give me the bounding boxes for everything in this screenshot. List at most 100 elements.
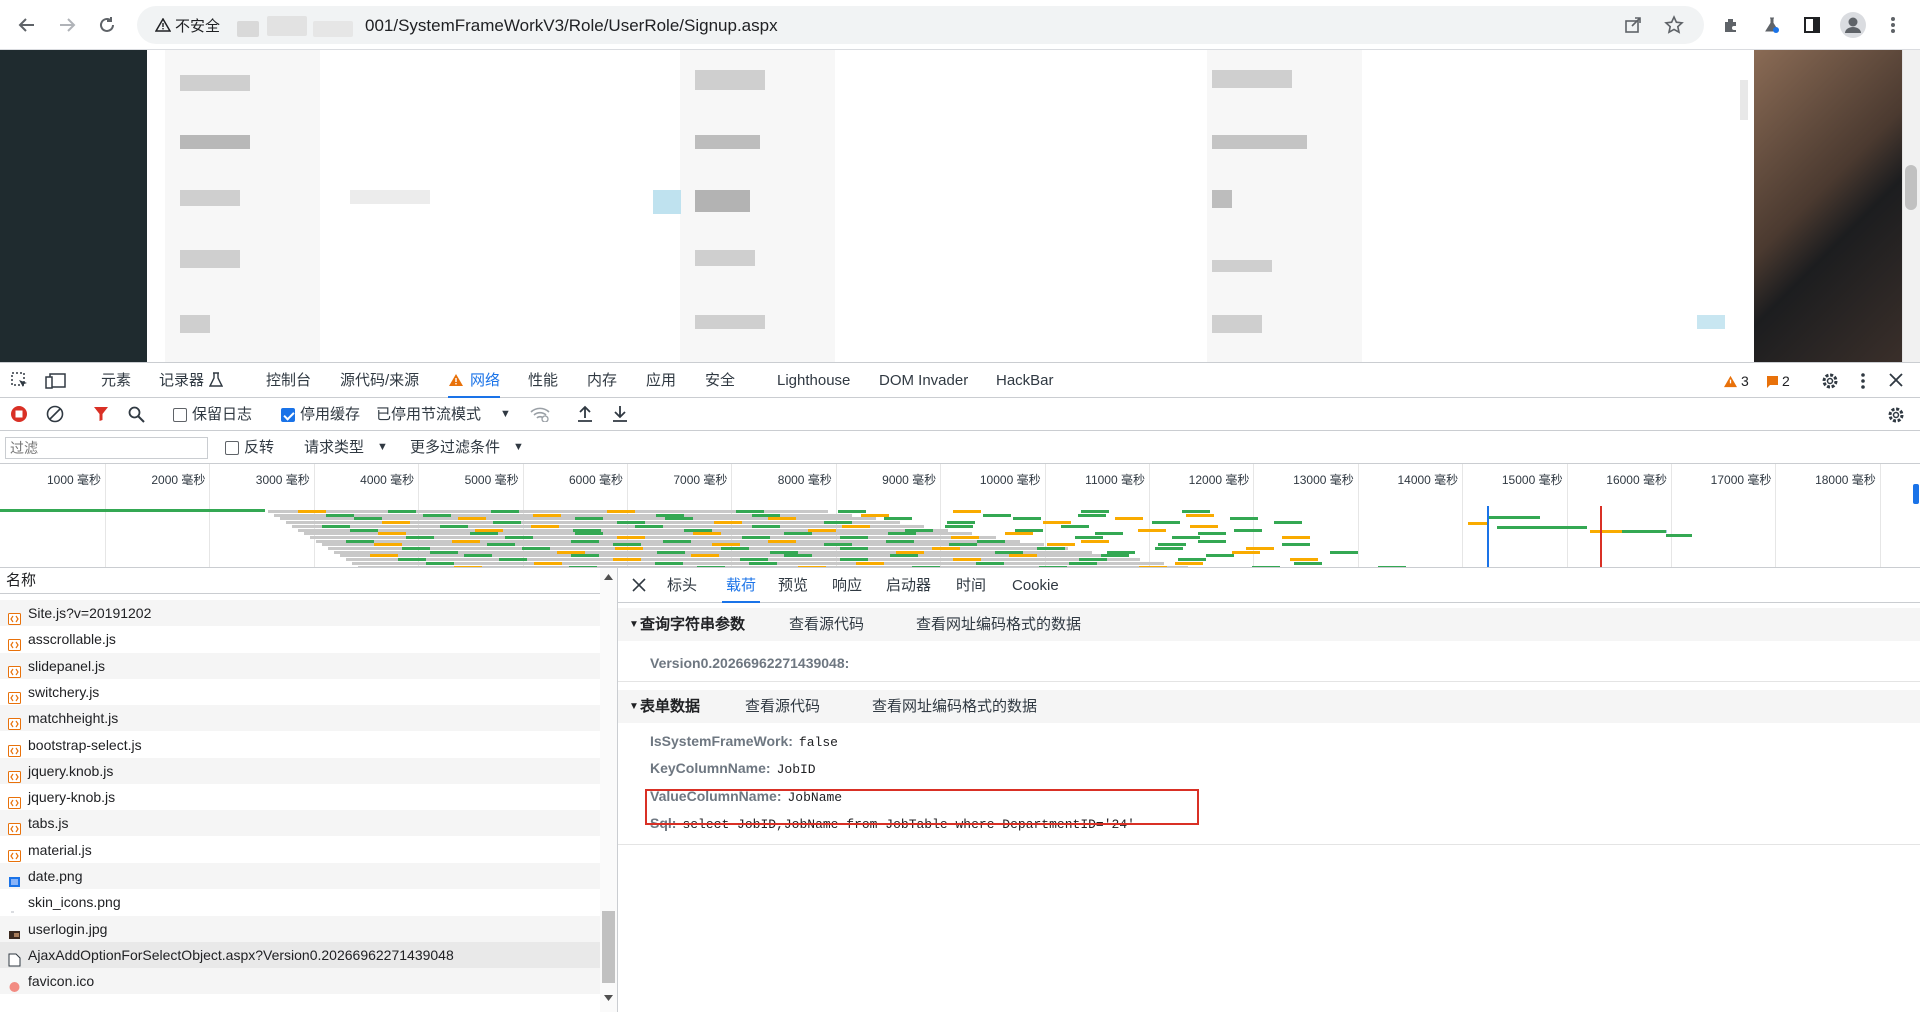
request-row[interactable]: material.js — [0, 837, 600, 863]
request-row[interactable]: tabs.js — [0, 810, 600, 837]
tab-lighthouse[interactable]: Lighthouse — [777, 363, 850, 398]
issues-counter[interactable]: 2 — [1766, 373, 1790, 389]
request-row[interactable]: switchery.js — [0, 679, 600, 705]
waterfall-bar — [721, 547, 749, 550]
request-row[interactable]: date.png — [0, 863, 600, 889]
address-bar[interactable]: 不安全 001/SystemFrameWorkV3/Role/UserRole/… — [137, 6, 1704, 44]
request-types-dropdown[interactable]: 请求类型 ▼ — [304, 431, 388, 464]
waterfall-bar — [1013, 517, 1041, 521]
flask-extension-icon[interactable] — [1757, 10, 1787, 40]
tab-performance[interactable]: 性能 — [528, 363, 558, 398]
tab-network[interactable]: 网络 — [448, 363, 501, 398]
import-har-upload-icon[interactable] — [577, 405, 593, 427]
request-row[interactable]: Site.js?v=20191202 — [0, 600, 600, 626]
timeline-overview[interactable]: 1000 毫秒 2000 毫秒 3000 毫秒 4000 毫秒 5000 毫秒 6000 … — [0, 464, 1920, 568]
tab-security[interactable]: 安全 — [705, 363, 735, 398]
network-settings-gear-icon[interactable] — [1886, 405, 1906, 429]
bookmark-star-icon[interactable] — [1659, 10, 1689, 40]
tab-memory[interactable]: 内存 — [587, 363, 617, 398]
view-source-link[interactable]: 查看源代码 — [745, 690, 820, 723]
waterfall-bar — [322, 543, 1044, 547]
devtools-menu-icon[interactable] — [1860, 372, 1866, 394]
query-params-title: 查询字符串参数 — [640, 616, 746, 633]
close-detail-icon[interactable] — [632, 578, 646, 596]
tab-payload[interactable]: 载荷 — [722, 568, 761, 603]
stop-recording-icon[interactable] — [10, 405, 28, 427]
inspect-element-icon[interactable] — [10, 371, 30, 395]
request-row[interactable]: favicon.ico — [0, 968, 600, 995]
checkbox[interactable] — [173, 407, 187, 422]
extensions-puzzle-icon[interactable] — [1716, 10, 1746, 40]
filter-input[interactable] — [5, 437, 208, 459]
tab-preview[interactable]: 预览 — [778, 568, 808, 603]
more-filters-dropdown[interactable]: 更多过滤条件 ▼ — [410, 431, 524, 464]
view-url-encoded-link[interactable]: 查看网址编码格式的数据 — [916, 608, 1081, 641]
filter-funnel-icon[interactable] — [93, 406, 109, 426]
devtools-tab-bar: 元素 记录器 控制台 源代码/来源 网络 性能 内存 应用 安全 Lightho… — [0, 363, 1920, 398]
reload-icon[interactable] — [92, 10, 122, 40]
scroll-down-arrow-icon[interactable] — [604, 995, 613, 1001]
waterfall-bar — [1015, 528, 1043, 532]
tab-timing[interactable]: 时间 — [956, 568, 986, 603]
device-toolbar-icon[interactable] — [45, 371, 67, 395]
forward-arrow-icon[interactable] — [52, 10, 82, 40]
profile-avatar-icon[interactable] — [1838, 10, 1868, 40]
view-source-link[interactable]: 查看源代码 — [789, 608, 864, 641]
side-panel-icon[interactable] — [1797, 10, 1827, 40]
network-conditions-wifi-icon[interactable] — [530, 406, 550, 426]
request-row[interactable]: bootstrap-select.js — [0, 732, 600, 758]
tab-cookies[interactable]: Cookie — [1012, 568, 1059, 603]
request-list-scroll-thumb[interactable] — [602, 911, 615, 983]
tab-console[interactable]: 控制台 — [266, 363, 311, 398]
throttling-select[interactable]: 已停用节流模式 ▼ — [376, 398, 511, 431]
search-icon[interactable] — [128, 406, 145, 427]
request-row[interactable]: jquery-knob.js — [0, 784, 600, 810]
request-row[interactable]: jquery.knob.js — [0, 757, 600, 784]
invert-checkbox[interactable]: 反转 — [225, 431, 274, 464]
form-param-row: IsSystemFrameWork: false — [650, 730, 838, 752]
request-row[interactable]: AjaxAddOptionForSelectObject.aspx?Versio… — [0, 941, 600, 968]
tab-response[interactable]: 响应 — [832, 568, 862, 603]
name-column-header[interactable]: 名称 — [0, 568, 600, 594]
request-name: AjaxAddOptionForSelectObject.aspx?Versio… — [28, 946, 454, 963]
waterfall-bar — [1115, 517, 1143, 521]
request-row[interactable]: asscrollable.js — [0, 626, 600, 652]
request-list: 名称 Site.js?v=20191202 asscrollable.js slid… — [0, 568, 618, 1012]
disable-cache-checkbox[interactable]: 停用缓存 — [281, 398, 360, 431]
waterfall-bar — [749, 561, 777, 565]
security-chip[interactable]: 不安全 — [147, 12, 228, 38]
back-arrow-icon[interactable] — [12, 10, 42, 40]
tab-headers[interactable]: 标头 — [667, 568, 697, 603]
tab-elements[interactable]: 元素 — [101, 363, 131, 398]
tab-initiator[interactable]: 启动器 — [886, 568, 931, 603]
waterfall-bar — [1282, 543, 1310, 547]
warnings-counter[interactable]: 3 — [1723, 373, 1749, 389]
waterfall-bar — [693, 532, 721, 536]
page-scrollbar-thumb[interactable] — [1905, 165, 1917, 210]
view-url-encoded-link[interactable]: 查看网址编码格式的数据 — [872, 690, 1037, 723]
expand-triangle-icon: ▼ — [629, 619, 639, 630]
share-icon[interactable] — [1618, 10, 1648, 40]
checkbox[interactable] — [225, 440, 239, 455]
preserve-log-checkbox[interactable]: 保留日志 — [173, 398, 252, 431]
tab-dom-invader[interactable]: DOM Invader — [879, 363, 968, 398]
request-row[interactable]: matchheight.js — [0, 705, 600, 732]
tab-recorder[interactable]: 记录器 — [159, 363, 204, 398]
scroll-up-arrow-icon[interactable] — [604, 574, 613, 580]
checkbox-checked[interactable] — [281, 407, 295, 422]
waterfall-bar — [1107, 550, 1135, 554]
form-data-section-header[interactable]: ▼ 表单数据 查看源代码 查看网址编码格式的数据 — [618, 690, 1920, 723]
tab-hackbar[interactable]: HackBar — [996, 363, 1054, 398]
clear-icon[interactable] — [46, 405, 64, 427]
overview-range-handle[interactable] — [1913, 484, 1919, 504]
export-har-download-icon[interactable] — [612, 405, 628, 427]
browser-menu-icon[interactable] — [1878, 10, 1908, 40]
request-row[interactable]: skin_icons.png — [0, 889, 600, 915]
settings-gear-icon[interactable] — [1820, 371, 1840, 395]
tab-application[interactable]: 应用 — [646, 363, 676, 398]
tab-sources[interactable]: 源代码/来源 — [340, 363, 419, 398]
query-params-section-header[interactable]: ▼ 查询字符串参数 查看源代码 查看网址编码格式的数据 — [618, 608, 1920, 641]
request-row[interactable]: userlogin.jpg — [0, 915, 600, 942]
close-devtools-icon[interactable] — [1889, 373, 1903, 391]
request-row[interactable]: slidepanel.js — [0, 652, 600, 679]
